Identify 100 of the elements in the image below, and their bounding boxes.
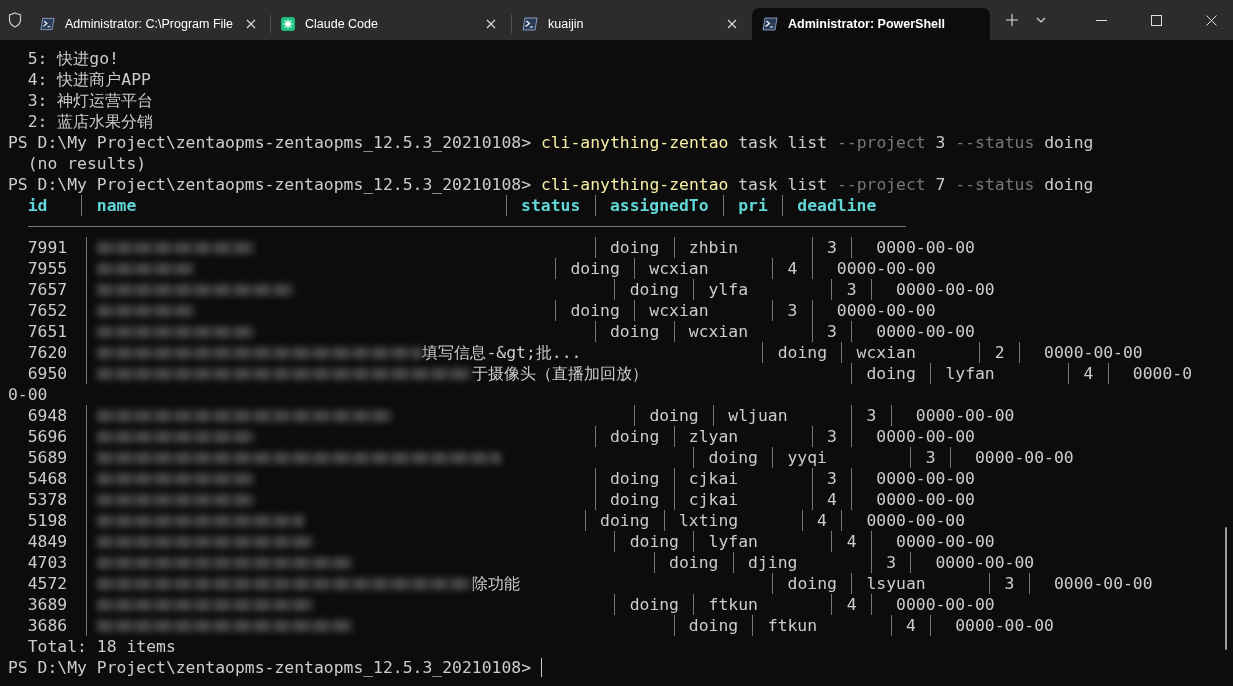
column-header: assignedTo (609, 195, 709, 216)
chevron-down-icon[interactable] (1036, 17, 1046, 23)
status-cell: doing (600, 510, 650, 531)
priority-cell: 4 (846, 594, 857, 615)
new-tab-icon[interactable] (1006, 14, 1018, 26)
status-cell: doing (570, 300, 620, 321)
id-cell: 5689 (27, 447, 68, 468)
status-cell: doing (787, 573, 837, 594)
status-cell: doing (629, 531, 679, 552)
assignee-cell: wcxian (649, 258, 709, 279)
status-cell: doing (609, 426, 660, 447)
terminal-tab[interactable]: Administrator: C:\Program File (30, 8, 268, 40)
status-cell: doing (649, 405, 699, 426)
output-text: 5: 快进go! (27, 48, 119, 69)
output-text: 0-00 (8, 384, 48, 405)
status-cell: doing (609, 237, 660, 258)
command-text: cli-anything-zentao (540, 174, 729, 195)
status-cell: doing (609, 321, 660, 342)
output-text: 3: 神灯运营平台 (27, 90, 154, 111)
priority-cell: 3 (826, 237, 837, 258)
assignee-cell: wcxian (688, 321, 749, 342)
priority-cell: 3 (886, 552, 897, 573)
argument-text: 3 (935, 132, 946, 153)
assignee-cell: wcxian (649, 300, 709, 321)
deadline-cell: 0000-00-00 (876, 489, 975, 510)
priority-cell: 3 (925, 447, 936, 468)
assignee-cell: wcxian (856, 342, 916, 363)
flag-text: --status (955, 132, 1035, 153)
terminal-tab[interactable]: Administrator: PowerShell (752, 8, 990, 40)
id-cell: 4849 (27, 531, 68, 552)
priority-cell: 3 (787, 300, 798, 321)
name-cell: 填写信息-&gt;批... (422, 342, 582, 363)
scrollbar[interactable] (1225, 527, 1227, 650)
powershell-icon (40, 17, 55, 31)
deadline-cell: 0000-00-00 (896, 594, 995, 615)
id-cell: 6948 (27, 405, 68, 426)
name-cell: 除功能 (471, 573, 520, 594)
flag-text: --project (836, 174, 926, 195)
name-cell: 于摄像头（直播加回放） (471, 363, 648, 384)
deadline-cell: 0000-00-00 (915, 405, 1015, 426)
priority-cell: 3 (826, 426, 837, 447)
assignee-cell: zhbin (688, 237, 739, 258)
flag-text: --status (955, 174, 1035, 195)
close-icon[interactable] (1206, 14, 1217, 26)
deadline-cell: 0000-00-00 (836, 258, 936, 279)
status-cell: doing (866, 363, 916, 384)
assignee-cell: lyfan (708, 531, 758, 552)
column-header: id (27, 195, 48, 216)
output-text: 4: 快进商户APP (27, 69, 151, 90)
assignee-cell: lsyuan (866, 573, 926, 594)
assignee-cell: zlyan (688, 426, 739, 447)
id-cell: 5468 (27, 468, 68, 489)
id-cell: 3686 (27, 615, 68, 636)
priority-cell: 4 (787, 258, 798, 279)
priority-cell: 4 (817, 510, 827, 531)
terminal-tab[interactable]: kuaijin (512, 8, 750, 40)
argument-text: task list (738, 132, 828, 153)
column-header: deadline (797, 195, 877, 216)
flag-text: --project (836, 132, 926, 153)
assignee-cell: yyqi (787, 447, 827, 468)
id-cell: 7620 (27, 342, 68, 363)
terminal-tab[interactable]: Claude Code (271, 8, 509, 40)
priority-cell: 3 (1004, 573, 1015, 594)
assignee-cell: ftkun (767, 615, 818, 636)
id-cell: 4703 (27, 552, 68, 573)
prompt-text: PS D:\My Project\zentaopms-zentaopms_12.5.3_20210108> (8, 174, 531, 195)
status-cell: doing (777, 342, 827, 363)
status-cell: doing (688, 615, 739, 636)
argument-text: doing (1044, 174, 1094, 195)
assignee-cell: lyfan (945, 363, 995, 384)
assignee-cell: djing (748, 552, 798, 573)
deadline-cell: 0000-00-00 (935, 552, 1035, 573)
powershell-icon (762, 17, 778, 31)
shield-icon[interactable] (8, 12, 22, 28)
asterisk-icon (281, 17, 295, 31)
priority-cell: 2 (994, 342, 1005, 363)
output-text: Total: 18 items (27, 636, 176, 657)
argument-text: doing (1044, 132, 1094, 153)
deadline-cell: 0000-00-00 (866, 510, 966, 531)
assignee-cell: cjkai (688, 468, 739, 489)
deadline-cell: 0000-00-00 (1053, 573, 1153, 594)
id-cell: 5378 (27, 489, 68, 510)
priority-cell: 3 (826, 321, 837, 342)
deadline-cell: 0000-00-00 (836, 300, 936, 321)
deadline-cell: 0000-00-00 (1044, 342, 1143, 363)
maximize-icon[interactable] (1151, 14, 1162, 26)
id-cell: 3689 (27, 594, 68, 615)
prompt-text: PS D:\My Project\zentaopms-zentaopms_12.5.3_20210108> (8, 657, 531, 678)
status-cell: doing (609, 468, 660, 489)
argument-text: task list (738, 174, 828, 195)
status-cell: doing (609, 489, 660, 510)
status-cell: doing (669, 552, 719, 573)
priority-cell: 4 (846, 531, 857, 552)
powershell-icon (522, 17, 538, 31)
assignee-cell: ylfa (708, 279, 749, 300)
id-cell: 4572 (27, 573, 68, 594)
deadline-cell: 0000-00-00 (896, 279, 995, 300)
priority-cell: 3 (866, 405, 877, 426)
deadline-cell: 0000-00-00 (876, 237, 975, 258)
status-cell: doing (629, 279, 679, 300)
